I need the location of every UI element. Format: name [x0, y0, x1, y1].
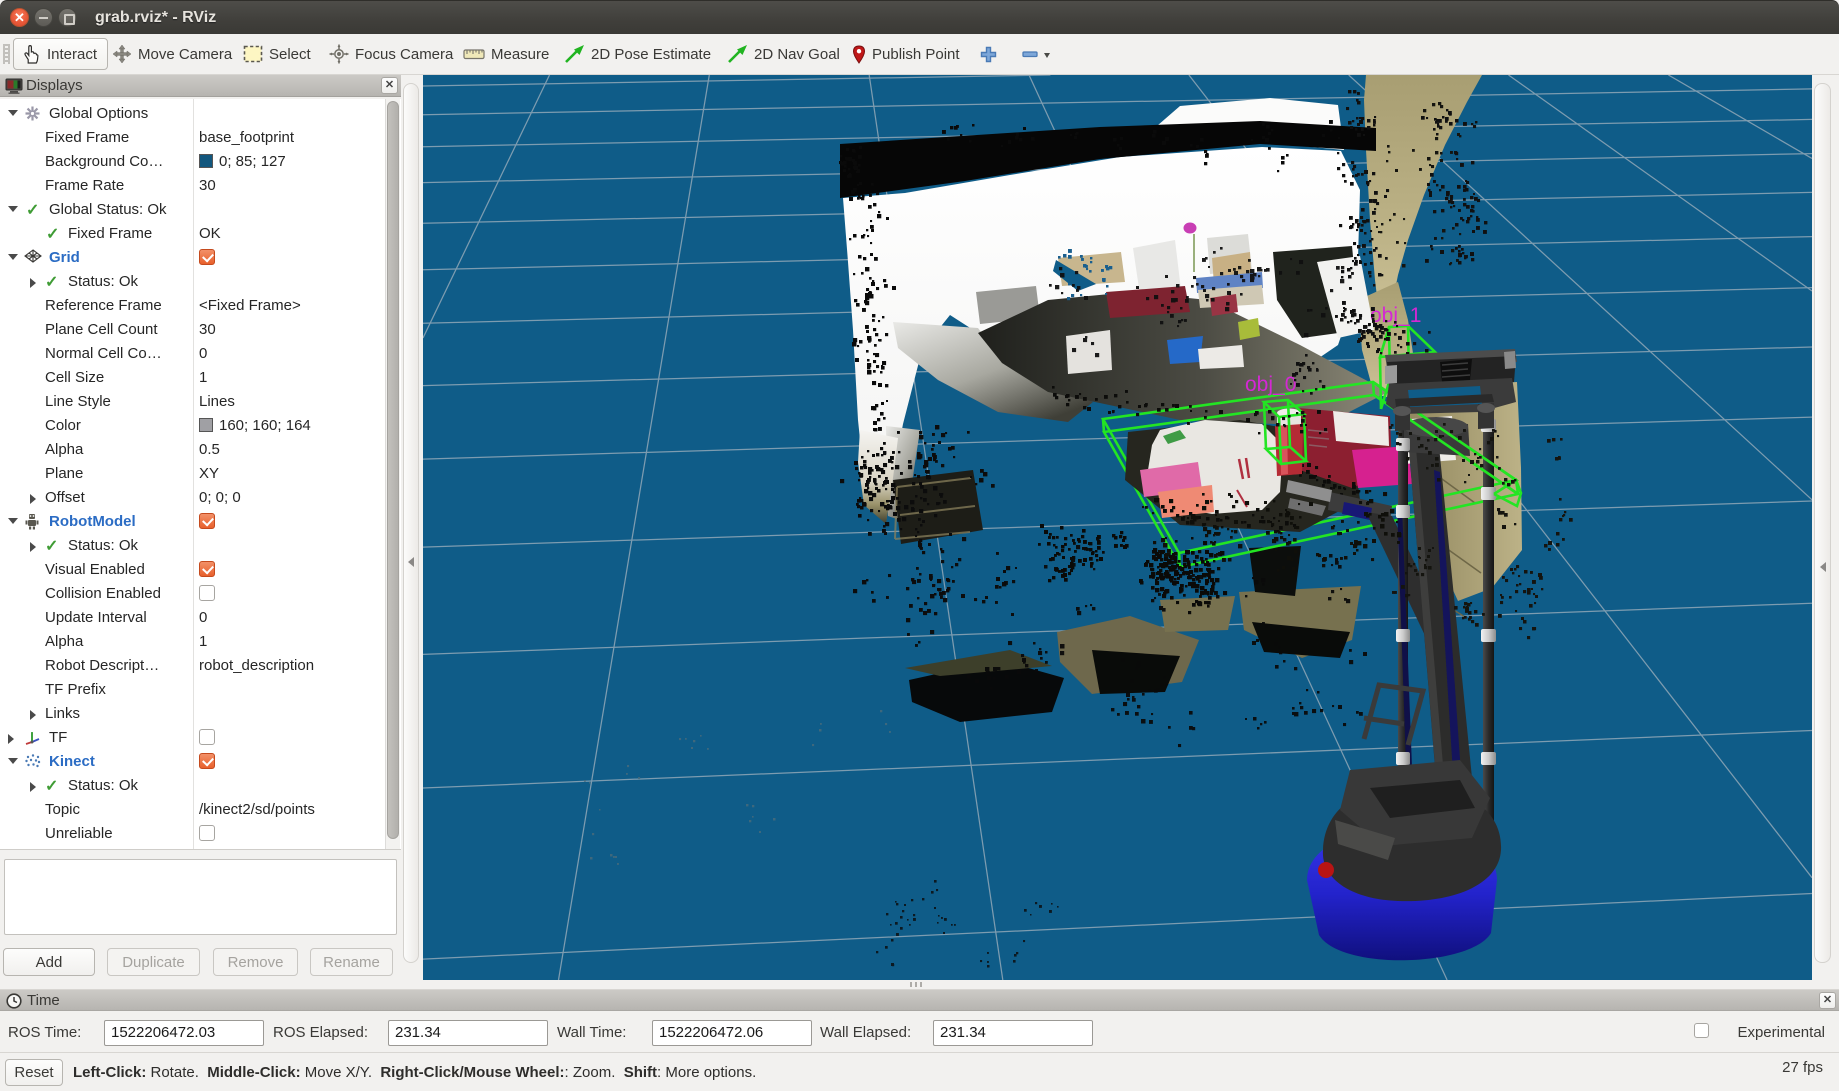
svg-text:obj_0: obj_0 — [1245, 373, 1296, 396]
